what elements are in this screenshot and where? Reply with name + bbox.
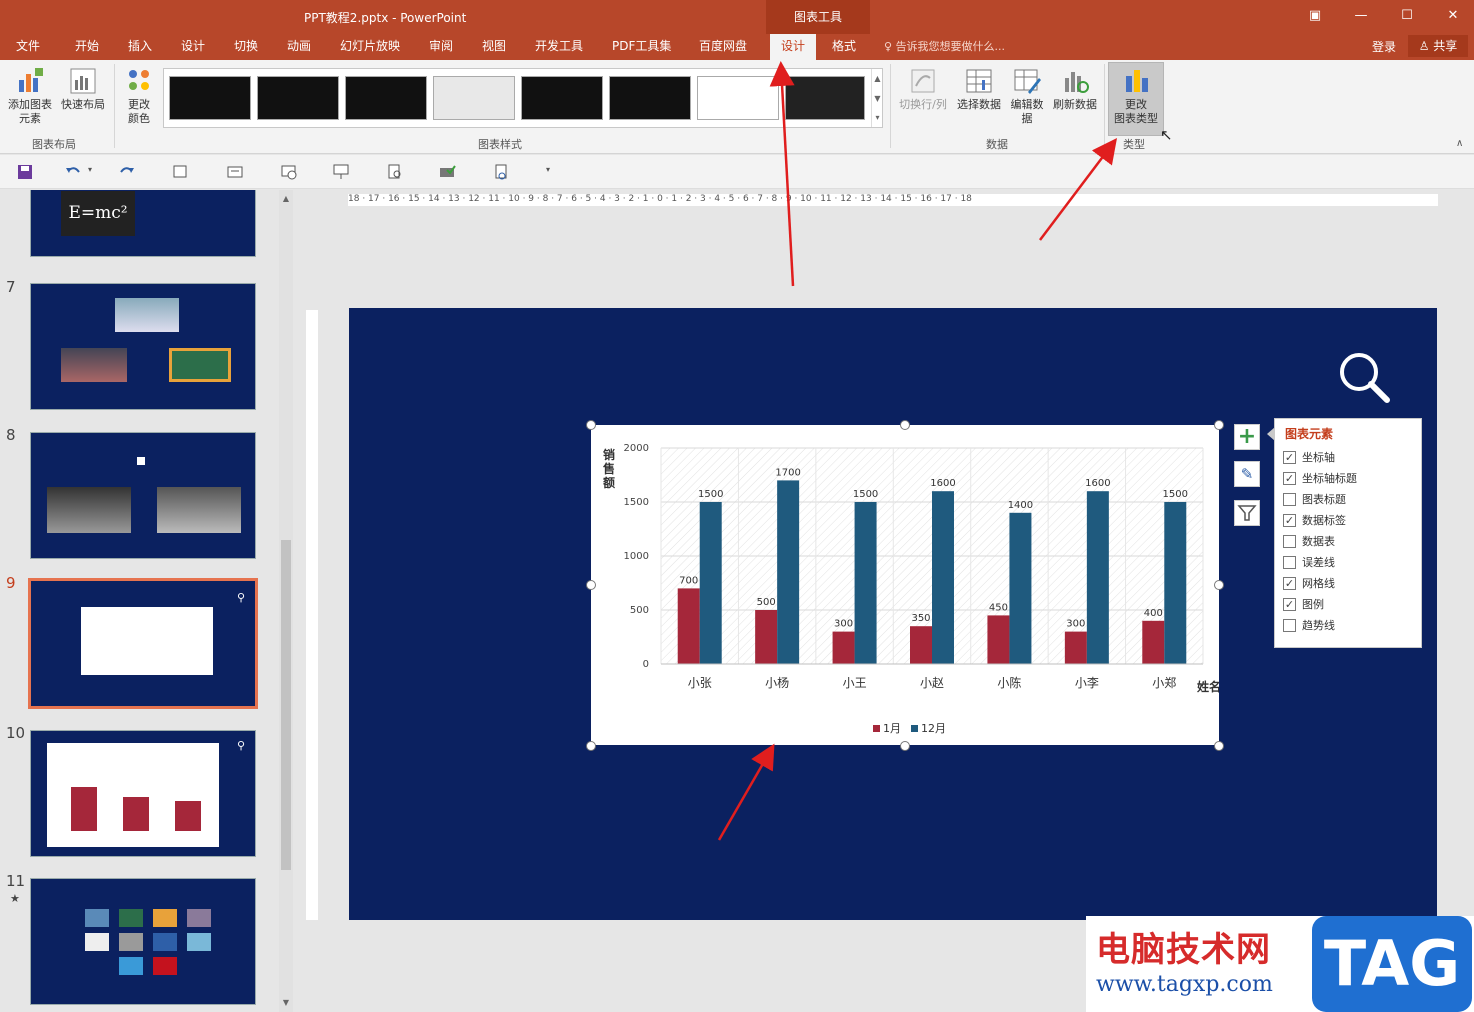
arrow-to-chart [717, 743, 775, 841]
annotation-arrows [717, 61, 1118, 841]
arrow-to-design-tab [769, 61, 795, 287]
arrow-to-change-type [1039, 138, 1118, 241]
